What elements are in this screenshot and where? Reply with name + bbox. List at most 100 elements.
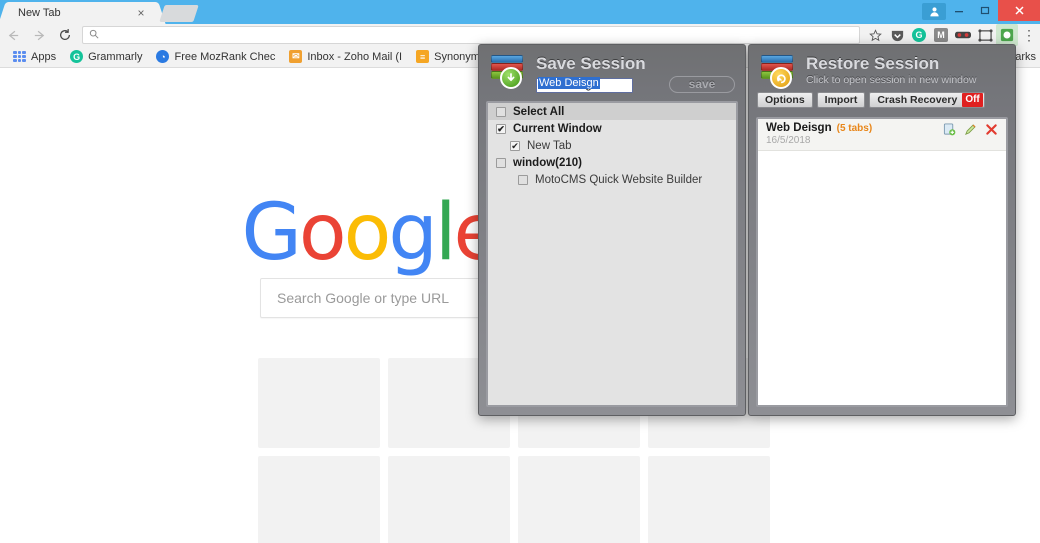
checkbox-window-210[interactable] <box>496 157 506 168</box>
options-button[interactable]: Options <box>757 92 813 108</box>
session-date: 16/5/2018 <box>766 135 811 146</box>
grammarly-extension-icon[interactable]: G <box>908 24 930 46</box>
session-list-item[interactable]: Web Deisgn (5 tabs) 16/5/2018 <box>758 119 1006 151</box>
forward-button[interactable] <box>26 24 52 46</box>
tree-row-label: Select All <box>513 105 565 118</box>
minimize-button[interactable] <box>946 0 972 21</box>
checkbox-new-tab[interactable]: ✔ <box>510 140 520 151</box>
address-bar[interactable] <box>82 26 860 44</box>
back-button[interactable] <box>0 24 26 46</box>
pocket-extension-icon[interactable] <box>886 24 908 46</box>
mozrank-icon: ◔ <box>156 50 170 63</box>
import-button[interactable]: Import <box>816 92 866 108</box>
restore-session-toolbar: Options Import Crash Recovery Off <box>749 92 1015 113</box>
delete-icon[interactable] <box>985 123 998 136</box>
restore-session-panel: Restore Session Click to open session in… <box>748 44 1016 416</box>
tree-row-label: New Tab <box>527 139 572 152</box>
crash-recovery-button[interactable]: Crash Recovery Off <box>869 92 985 108</box>
save-session-title: Save Session <box>536 54 646 73</box>
star-icon <box>868 28 882 41</box>
logo-letter: G <box>241 188 301 278</box>
glasses-extension-icon[interactable] <box>952 24 974 46</box>
browser-window: New Tab × G M ⋮ Apps G Grammarly ◔ Free … <box>0 0 1040 543</box>
reload-icon <box>60 29 70 41</box>
logo-letter: o <box>298 188 347 278</box>
minimize-icon <box>955 10 963 12</box>
logo-letter: o <box>343 188 392 278</box>
tree-row-current-window[interactable]: ✔ Current Window <box>488 120 736 137</box>
save-session-header: Save Session Web Deisgn save <box>479 45 745 97</box>
checkbox-current-window[interactable]: ✔ <box>496 123 506 134</box>
logo-letter: l <box>434 188 457 278</box>
bookmark-zoho-mail[interactable]: ✉ Inbox - Zoho Mail (I <box>282 46 409 67</box>
mail-extension-icon[interactable]: M <box>930 24 952 46</box>
back-arrow-icon <box>8 30 18 40</box>
navigation-toolbar: G M ⋮ <box>0 24 1040 46</box>
forward-arrow-icon <box>34 30 44 40</box>
profile-avatar-button[interactable] <box>922 3 946 20</box>
shortcut-tile[interactable] <box>648 456 770 543</box>
shortcut-tile[interactable] <box>258 456 380 543</box>
restore-session-subtitle: Click to open session in new window <box>806 74 977 86</box>
tree-row-window-210[interactable]: window(210) <box>488 154 736 171</box>
person-icon <box>929 7 939 17</box>
reload-button[interactable] <box>52 24 78 46</box>
tree-row-label: MotoCMS Quick Website Builder <box>535 173 703 186</box>
bookmark-star-icon[interactable] <box>864 24 886 46</box>
session-tab-count: (5 tabs) <box>836 123 873 134</box>
edit-pencil-icon[interactable] <box>964 123 977 136</box>
tab-close-icon[interactable]: × <box>134 6 148 20</box>
session-name: Web Deisgn <box>766 122 832 134</box>
close-icon <box>1014 6 1024 15</box>
save-session-icon <box>489 54 527 89</box>
maximize-icon <box>980 6 989 15</box>
tab-title: New Tab <box>18 7 61 19</box>
checkbox-select-all[interactable] <box>496 106 506 117</box>
page-search-placeholder: Search Google or type URL <box>277 290 449 306</box>
crash-recovery-label: Crash Recovery <box>877 94 958 106</box>
maximize-button[interactable] <box>972 0 998 21</box>
session-buddy-extension-icon[interactable] <box>996 24 1018 46</box>
tab-left-edge <box>0 2 16 24</box>
logo-letter: g <box>388 188 437 278</box>
new-tab-button[interactable] <box>159 5 199 22</box>
open-in-new-icon[interactable] <box>943 123 956 136</box>
apps-grid-icon <box>13 51 26 62</box>
bookmark-label: Grammarly <box>88 50 143 63</box>
close-window-button[interactable] <box>998 0 1040 21</box>
bookmark-apps[interactable]: Apps <box>6 46 63 67</box>
tree-row-motocms[interactable]: MotoCMS Quick Website Builder <box>488 171 736 188</box>
frame-extension-icon[interactable] <box>974 24 996 46</box>
session-name-input[interactable] <box>536 77 633 93</box>
shortcut-tile[interactable] <box>258 358 380 448</box>
bookmark-label: Apps <box>31 50 57 63</box>
save-button[interactable]: save <box>669 75 735 93</box>
restore-session-icon <box>759 54 797 89</box>
omnibox-search-icon <box>89 29 99 42</box>
bookmark-label: Inbox - Zoho Mail (I <box>307 50 403 63</box>
save-session-panel: Save Session Web Deisgn save Select All <box>478 44 746 416</box>
bookmark-grammarly[interactable]: G Grammarly <box>63 46 149 67</box>
restore-session-header: Restore Session Click to open session in… <box>749 45 1015 92</box>
session-actions <box>943 123 998 136</box>
restore-arrow-icon <box>770 67 792 89</box>
browser-menu-button[interactable]: ⋮ <box>1018 24 1040 46</box>
crash-recovery-status-badge: Off <box>962 93 983 107</box>
browser-tab[interactable]: New Tab × <box>0 2 166 24</box>
tree-row-select-all[interactable]: Select All <box>488 103 736 120</box>
download-arrow-icon <box>500 67 522 89</box>
envelope-icon: ✉ <box>289 50 303 63</box>
grammarly-icon: G <box>70 50 84 63</box>
shortcut-tile[interactable] <box>518 456 640 543</box>
shortcut-tile[interactable] <box>388 456 510 543</box>
bookmarks-overflow-label[interactable]: arks <box>1015 51 1036 63</box>
tree-row-new-tab[interactable]: ✔ New Tab <box>488 137 736 154</box>
bookmark-mozrank[interactable]: ◔ Free MozRank Chec <box>149 46 282 67</box>
checkbox-motocms[interactable] <box>518 174 528 185</box>
list-icon: ≡ <box>416 50 430 63</box>
save-session-tree: Select All ✔ Current Window ✔ New Tab wi… <box>486 101 738 407</box>
tree-row-label: Current Window <box>513 122 602 135</box>
tree-row-label: window(210) <box>513 156 583 169</box>
session-name-field-wrap: Web Deisgn <box>536 75 633 93</box>
title-bar: New Tab × <box>0 0 1040 24</box>
